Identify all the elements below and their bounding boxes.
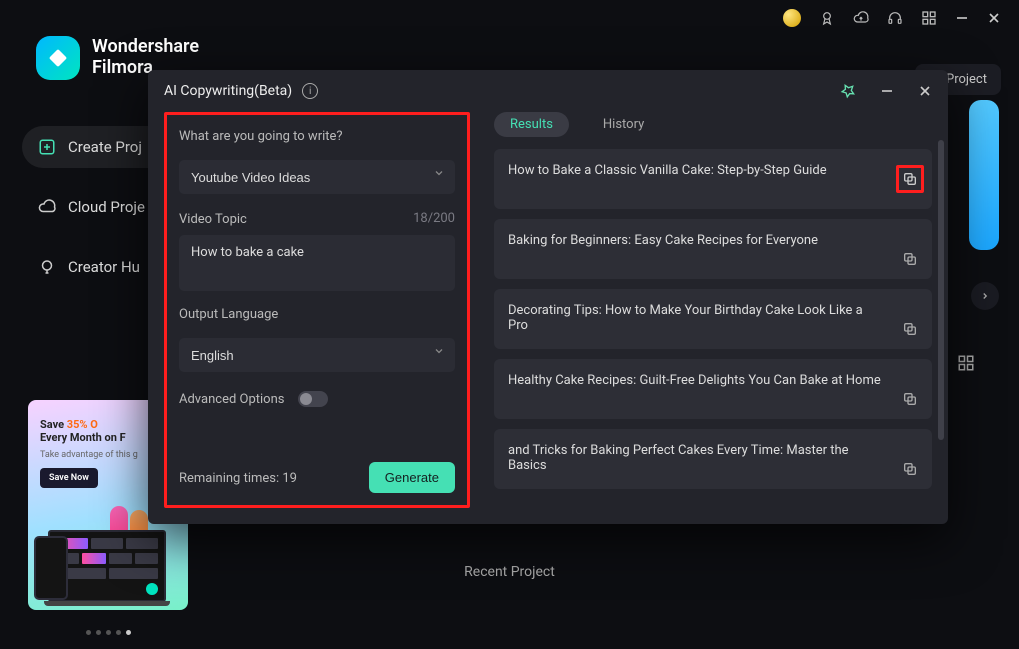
- output-language-label: Output Language: [179, 307, 455, 322]
- logo-mark: [36, 36, 80, 80]
- remaining-times: Remaining times: 19: [179, 471, 297, 486]
- template-card-peek[interactable]: [969, 100, 999, 250]
- results-panel: Results History How to Bake a Classic Va…: [494, 112, 932, 508]
- result-text: and Tricks for Baking Perfect Cakes Ever…: [508, 443, 884, 473]
- pin-icon[interactable]: [840, 83, 856, 99]
- carousel-next-button[interactable]: [971, 282, 999, 310]
- plus-square-icon: [38, 138, 56, 156]
- result-item[interactable]: and Tricks for Baking Perfect Cakes Ever…: [494, 429, 932, 489]
- copy-icon[interactable]: [902, 321, 920, 339]
- cloud-icon: [38, 198, 56, 216]
- prompt-label: What are you going to write?: [179, 129, 455, 144]
- generate-button[interactable]: Generate: [369, 462, 455, 493]
- advanced-options-toggle[interactable]: [298, 391, 328, 407]
- result-text: Baking for Beginners: Easy Cake Recipes …: [508, 233, 818, 248]
- recent-project-heading: Recent Project: [0, 564, 1019, 580]
- brand-line1: Wondershare: [92, 37, 199, 58]
- copy-icon[interactable]: [896, 165, 924, 193]
- write-type-select[interactable]: Youtube Video Ideas: [179, 160, 455, 194]
- modal-header: AI Copywriting(Beta) i: [148, 70, 948, 112]
- chevron-down-icon: [433, 167, 445, 179]
- bulb-icon: [38, 258, 56, 276]
- window-close-icon[interactable]: [987, 11, 1001, 25]
- promo-pagination-dots[interactable]: [86, 630, 131, 635]
- copy-icon[interactable]: [902, 461, 920, 479]
- view-grid-icon[interactable]: [957, 354, 975, 372]
- nav-hub-label: Creator Hu: [68, 258, 140, 276]
- results-list: How to Bake a Classic Vanilla Cake: Step…: [494, 149, 932, 508]
- info-icon[interactable]: i: [302, 83, 318, 99]
- nav-cloud-label: Cloud Proje: [68, 198, 145, 216]
- modal-minimize-icon[interactable]: [880, 84, 894, 98]
- grid-icon[interactable]: [921, 10, 937, 26]
- video-topic-input[interactable]: [179, 235, 455, 291]
- result-item[interactable]: Baking for Beginners: Easy Cake Recipes …: [494, 219, 932, 279]
- modal-title: AI Copywriting(Beta): [164, 83, 292, 99]
- result-text: How to Bake a Classic Vanilla Cake: Step…: [508, 163, 827, 178]
- video-topic-label: Video Topic: [179, 212, 247, 227]
- copy-icon[interactable]: [902, 251, 920, 269]
- promo-cta[interactable]: Save Now: [40, 468, 98, 488]
- cloud-upload-icon[interactable]: [853, 10, 869, 26]
- promo-save-prefix: Save: [40, 418, 67, 431]
- result-item[interactable]: How to Bake a Classic Vanilla Cake: Step…: [494, 149, 932, 209]
- chevron-down-icon: [433, 345, 445, 357]
- result-item[interactable]: Decorating Tips: How to Make Your Birthd…: [494, 289, 932, 349]
- results-scrollbar[interactable]: [938, 140, 944, 510]
- medal-icon[interactable]: [819, 10, 835, 26]
- ai-copywriting-modal: AI Copywriting(Beta) i What are you goin…: [148, 70, 948, 524]
- premium-icon[interactable]: [783, 9, 801, 27]
- copy-icon[interactable]: [902, 391, 920, 409]
- promo-pct: 35% O: [67, 418, 98, 431]
- language-select[interactable]: English: [179, 338, 455, 372]
- tab-history[interactable]: History: [587, 112, 660, 137]
- results-tabs: Results History: [494, 112, 932, 137]
- modal-close-icon[interactable]: [918, 84, 932, 98]
- advanced-options-label: Advanced Options: [179, 392, 284, 407]
- titlebar: [783, 0, 1019, 36]
- video-topic-counter: 18/200: [413, 211, 455, 226]
- result-item[interactable]: Healthy Cake Recipes: Guilt-Free Delight…: [494, 359, 932, 419]
- window-minimize-icon[interactable]: [955, 11, 969, 25]
- copywriting-form-panel: What are you going to write? Youtube Vid…: [164, 112, 470, 508]
- nav-create-label: Create Proj: [68, 138, 142, 156]
- result-text: Decorating Tips: How to Make Your Birthd…: [508, 303, 884, 333]
- promo-illustration: [28, 510, 188, 610]
- tab-results[interactable]: Results: [494, 112, 569, 137]
- headphones-icon[interactable]: [887, 10, 903, 26]
- result-text: Healthy Cake Recipes: Guilt-Free Delight…: [508, 373, 881, 388]
